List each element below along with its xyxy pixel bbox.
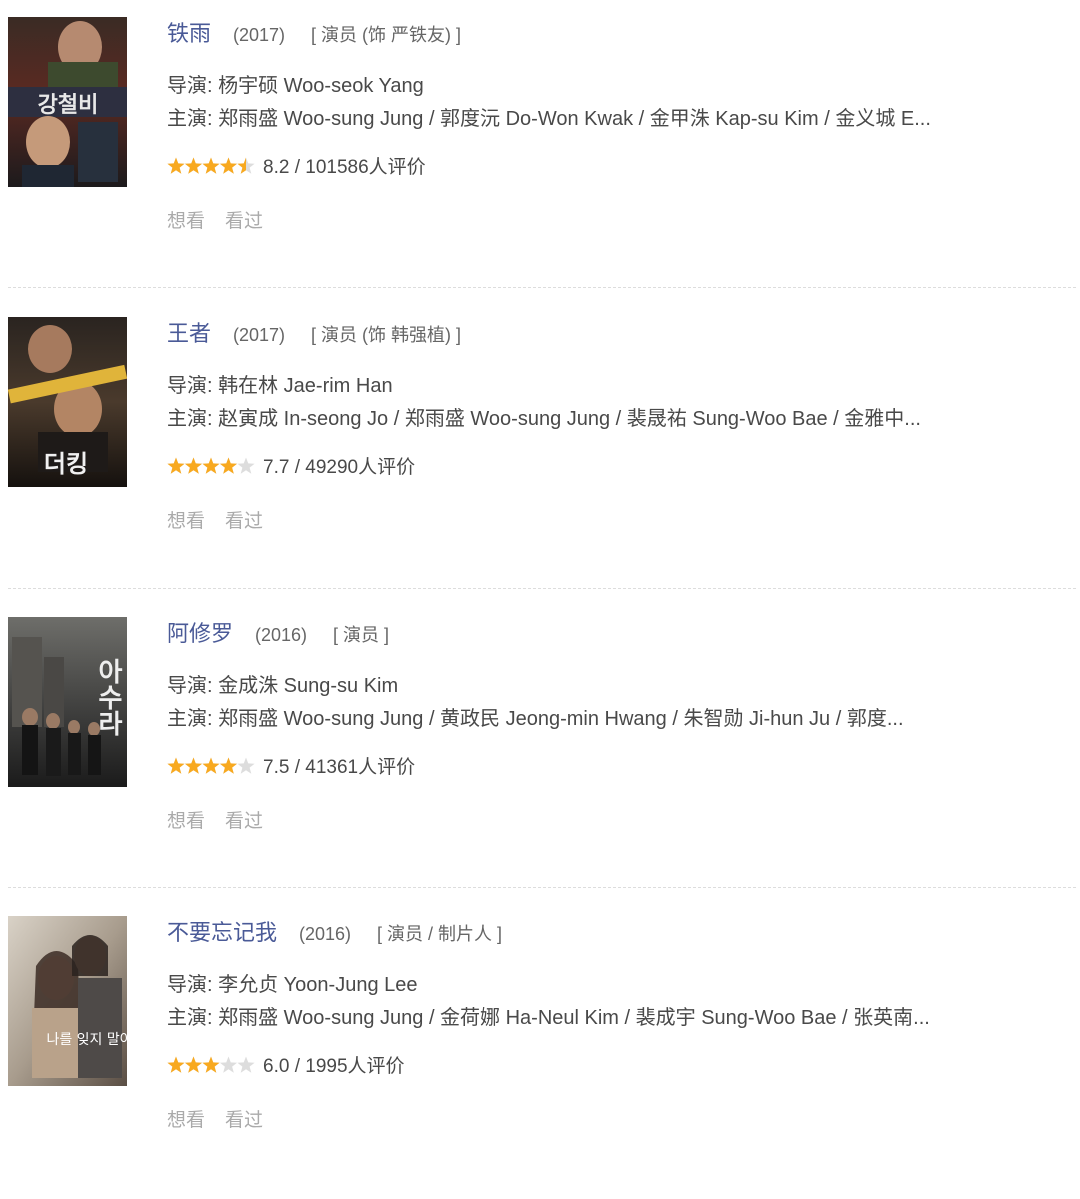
movie-actions: 想看 看过 — [167, 208, 283, 236]
movie-year: (2016) — [299, 924, 352, 944]
star-filled — [202, 457, 220, 474]
watched-button[interactable]: 看过 — [225, 1107, 263, 1135]
poster-title-text: 더킹 — [44, 450, 88, 478]
movie-role: [ 演员 / 制片人 ] — [377, 924, 503, 944]
title-row: 铁雨 (2017) [ 演员 (饰 严铁友) ] — [167, 18, 461, 50]
movie-role: [ 演员 (饰 严铁友) ] — [311, 25, 462, 45]
star-empty — [237, 1056, 255, 1073]
title-row: 王者 (2017) [ 演员 (饰 韩强植) ] — [167, 318, 461, 350]
want-to-watch-button[interactable]: 想看 — [167, 508, 205, 536]
movie-year: (2017) — [233, 325, 286, 345]
want-to-watch-button[interactable]: 想看 — [167, 208, 205, 236]
rating-row: 7.7 / 49290人评价 — [167, 454, 415, 482]
movie-cast: 主演: 郑雨盛 Woo-sung Jung / 黄政民 Jeong-min Hw… — [167, 708, 904, 730]
poster-image: 나를 잊지 말아요 — [8, 916, 127, 1086]
movie-cast: 主演: 郑雨盛 Woo-sung Jung / 郭度沅 Do-Won Kwak … — [167, 108, 931, 130]
rating-text: 7.7 / 49290人评价 — [263, 457, 416, 478]
movie-title-link[interactable]: 阿修罗 — [167, 618, 233, 650]
movie-cast: 主演: 赵寅成 In-seong Jo / 郑雨盛 Woo-sung Jung … — [167, 408, 921, 430]
item-divider — [8, 887, 1076, 888]
movie-item: 강철비 铁雨 (2017) [ 演员 (饰 严铁友) ] 导演: 杨宇硕 Woo-s… — [0, 0, 1080, 300]
movie-poster[interactable]: 아수라 — [8, 617, 127, 787]
star-filled — [167, 1056, 185, 1073]
star-filled — [219, 757, 238, 774]
star-filled — [167, 157, 185, 174]
star-empty — [237, 457, 255, 474]
item-divider — [8, 588, 1076, 589]
watched-button[interactable]: 看过 — [225, 508, 263, 536]
movie-item: 나를 잊지 말아요 不要忘记我 (2016) [ 演员 / 制片人 ] 导演: 李允… — [0, 899, 1080, 1199]
movie-poster[interactable]: 더킹 — [8, 317, 127, 487]
title-row: 不要忘记我 (2016) [ 演员 / 制片人 ] — [167, 917, 502, 949]
poster-title-text: 강철비 — [38, 93, 99, 118]
star-filled — [184, 1056, 203, 1073]
star-filled — [184, 757, 203, 774]
rating-stars-icon — [167, 757, 255, 774]
movie-title-link[interactable]: 铁雨 — [167, 18, 211, 50]
poster-title-text: 나를 잊지 말아요 — [46, 1032, 127, 1048]
rating-stars-icon — [167, 1056, 255, 1073]
want-to-watch-button[interactable]: 想看 — [167, 808, 205, 836]
poster-image: 더킹 — [8, 317, 127, 487]
movie-actions: 想看 看过 — [167, 1107, 283, 1135]
movie-year: (2017) — [233, 25, 286, 45]
rating-stars-icon — [167, 457, 255, 474]
movie-actions: 想看 看过 — [167, 508, 283, 536]
star-empty — [219, 1056, 238, 1073]
movie-cast: 主演: 郑雨盛 Woo-sung Jung / 金荷娜 Ha-Neul Kim … — [167, 1007, 930, 1029]
movie-role: [ 演员 (饰 韩强植) ] — [311, 325, 462, 345]
movie-item: 아수라 阿修罗 (2016)[ 演员 ] 导演: 金成洙 Sung-su Kim … — [0, 600, 1080, 900]
star-filled — [184, 457, 203, 474]
movie-role: [ 演员 ] — [333, 625, 390, 645]
movie-director: 导演: 金成洙 Sung-su Kim — [167, 675, 399, 697]
movie-director: 导演: 李允贞 Yoon-Jung Lee — [167, 974, 418, 996]
item-divider — [8, 287, 1076, 288]
watched-button[interactable]: 看过 — [225, 208, 263, 236]
movie-title-link[interactable]: 不要忘记我 — [167, 917, 277, 949]
rating-text: 6.0 / 1995人评价 — [263, 1056, 405, 1077]
star-filled — [202, 157, 220, 174]
movie-actions: 想看 看过 — [167, 808, 283, 836]
poster-image: 강철비 — [8, 17, 127, 187]
rating-text: 7.5 / 41361人评价 — [263, 757, 416, 778]
rating-row: 7.5 / 41361人评价 — [167, 754, 415, 782]
star-filled — [167, 757, 185, 774]
poster-title-text: 아수라 — [93, 658, 123, 736]
star-empty — [237, 757, 255, 774]
star-filled — [219, 157, 238, 174]
star-filled — [202, 1056, 220, 1073]
star-filled — [184, 157, 203, 174]
star-filled — [202, 757, 220, 774]
want-to-watch-button[interactable]: 想看 — [167, 1107, 205, 1135]
rating-stars-icon — [167, 157, 255, 174]
movie-year: (2016) — [255, 625, 308, 645]
title-row: 阿修罗 (2016) [ 演员 ] — [167, 618, 389, 650]
movie-poster[interactable]: 강철비 — [8, 17, 127, 187]
watched-button[interactable]: 看过 — [225, 808, 263, 836]
movie-poster[interactable]: 나를 잊지 말아요 — [8, 916, 127, 1086]
movie-director: 导演: 韩在林 Jae-rim Han — [167, 375, 393, 397]
movie-director: 导演: 杨宇硕 Woo-seok Yang — [167, 75, 424, 97]
star-filled — [219, 457, 238, 474]
rating-row: 8.2 / 101586人评价 — [167, 154, 426, 182]
movie-title-link[interactable]: 王者 — [167, 318, 211, 350]
rating-row: 6.0 / 1995人评价 — [167, 1053, 405, 1081]
poster-image: 아수라 — [8, 617, 127, 787]
movie-item: 더킹 王者 (2017) [ 演员 (饰 韩强植) ] 导演: 韩在林 Jae-ri… — [0, 300, 1080, 600]
star-filled — [167, 457, 185, 474]
rating-text: 8.2 / 101586人评价 — [263, 157, 426, 178]
